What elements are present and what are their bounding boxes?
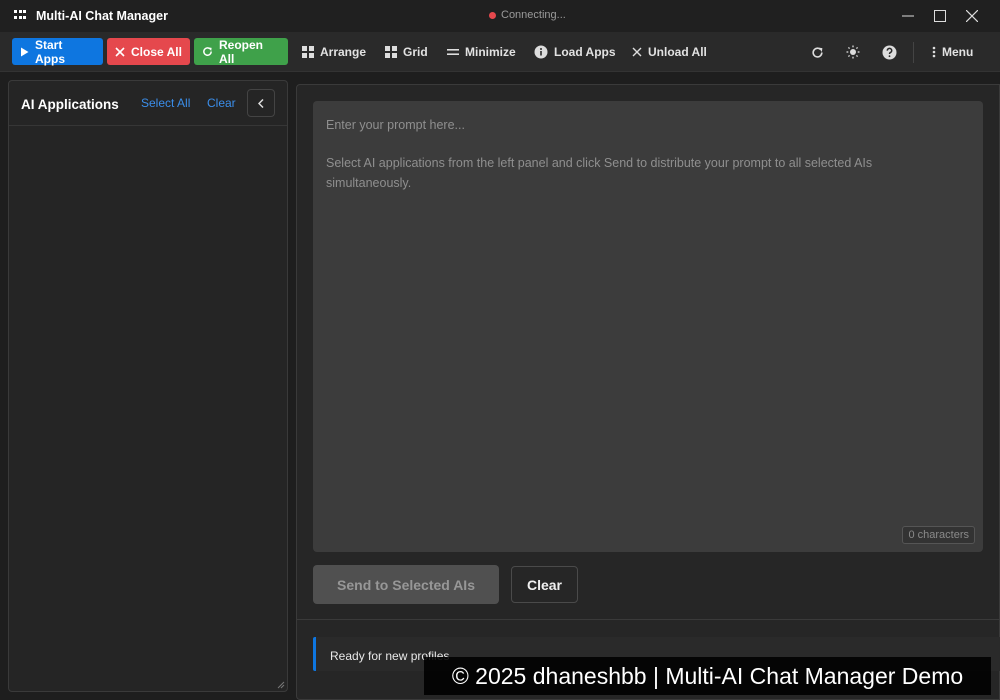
- window-close-button[interactable]: [956, 0, 988, 32]
- ai-applications-list: [9, 127, 287, 691]
- minimize-label: Minimize: [465, 44, 516, 59]
- panel-divider: [297, 619, 999, 620]
- clear-selection-link[interactable]: Clear: [207, 96, 236, 110]
- title-bar: Multi-AI Chat Manager Connecting...: [0, 0, 1000, 32]
- refresh-button[interactable]: [806, 41, 828, 63]
- arrange-label: Arrange: [320, 44, 367, 59]
- more-vertical-icon: [932, 46, 936, 57]
- close-all-label: Close All: [131, 44, 182, 59]
- clear-prompt-button[interactable]: Clear: [511, 566, 578, 603]
- panel-title: AI Applications: [21, 97, 119, 112]
- prompt-placeholder: Enter your prompt here...: [326, 118, 465, 132]
- load-apps-label: Load Apps: [554, 44, 616, 59]
- send-to-selected-button[interactable]: Send to Selected AIs: [313, 565, 499, 604]
- refresh-icon: [811, 46, 823, 58]
- grid-label: Grid: [403, 44, 428, 59]
- toolbar: Start Apps Close All Reopen All Arrange …: [0, 32, 1000, 72]
- grid-icon: [385, 45, 397, 58]
- window-title: Multi-AI Chat Manager: [36, 9, 168, 23]
- grid-button[interactable]: Grid: [377, 38, 436, 65]
- collapse-panel-button[interactable]: [247, 89, 275, 117]
- resize-grip-icon[interactable]: [277, 681, 285, 689]
- close-all-button[interactable]: Close All: [107, 38, 190, 65]
- connection-status: Connecting...: [489, 9, 566, 21]
- theme-toggle-button[interactable]: [842, 41, 864, 63]
- reopen-all-label: Reopen All: [219, 37, 264, 66]
- app-grid-icon: [14, 10, 26, 20]
- chevron-left-icon: [258, 98, 264, 108]
- select-all-link[interactable]: Select All: [141, 96, 190, 110]
- copyright-watermark: © 2025 dhaneshbb | Multi-AI Chat Manager…: [424, 657, 991, 695]
- start-apps-button[interactable]: Start Apps: [12, 37, 103, 66]
- prompt-textarea[interactable]: Enter your prompt here... Select AI appl…: [313, 101, 983, 552]
- window-maximize-button[interactable]: [924, 0, 956, 32]
- ai-applications-panel: AI Applications Select All Clear: [8, 80, 288, 692]
- arrange-icon: [302, 45, 314, 58]
- window-minimize-button[interactable]: [892, 0, 924, 32]
- panel-header: AI Applications Select All Clear: [9, 81, 287, 126]
- menu-button[interactable]: Menu: [924, 38, 981, 65]
- reopen-all-button[interactable]: Reopen All: [194, 37, 288, 66]
- unload-all-button[interactable]: Unload All: [624, 38, 715, 65]
- minimize-icon: [447, 48, 459, 55]
- help-button[interactable]: [878, 41, 900, 63]
- close-icon: [115, 46, 125, 57]
- prompt-panel: Enter your prompt here... Select AI appl…: [296, 84, 1000, 700]
- status-dot-icon: [489, 11, 496, 19]
- sun-icon: [846, 45, 860, 59]
- load-apps-button[interactable]: Load Apps: [526, 38, 624, 65]
- arrange-button[interactable]: Arrange: [294, 38, 374, 65]
- menu-label: Menu: [942, 44, 974, 59]
- toolbar-separator: [913, 42, 914, 63]
- start-apps-label: Start Apps: [35, 37, 65, 66]
- minimize-button[interactable]: Minimize: [439, 38, 524, 65]
- play-icon: [21, 47, 29, 56]
- info-icon: [534, 45, 548, 58]
- unload-all-label: Unload All: [648, 44, 707, 59]
- close-icon: [632, 47, 642, 56]
- character-count-badge: 0 characters: [902, 526, 975, 544]
- connection-status-text: Connecting...: [501, 9, 566, 21]
- refresh-icon: [203, 47, 212, 56]
- help-icon: [882, 45, 896, 59]
- prompt-hint: Select AI applications from the left pan…: [326, 156, 873, 190]
